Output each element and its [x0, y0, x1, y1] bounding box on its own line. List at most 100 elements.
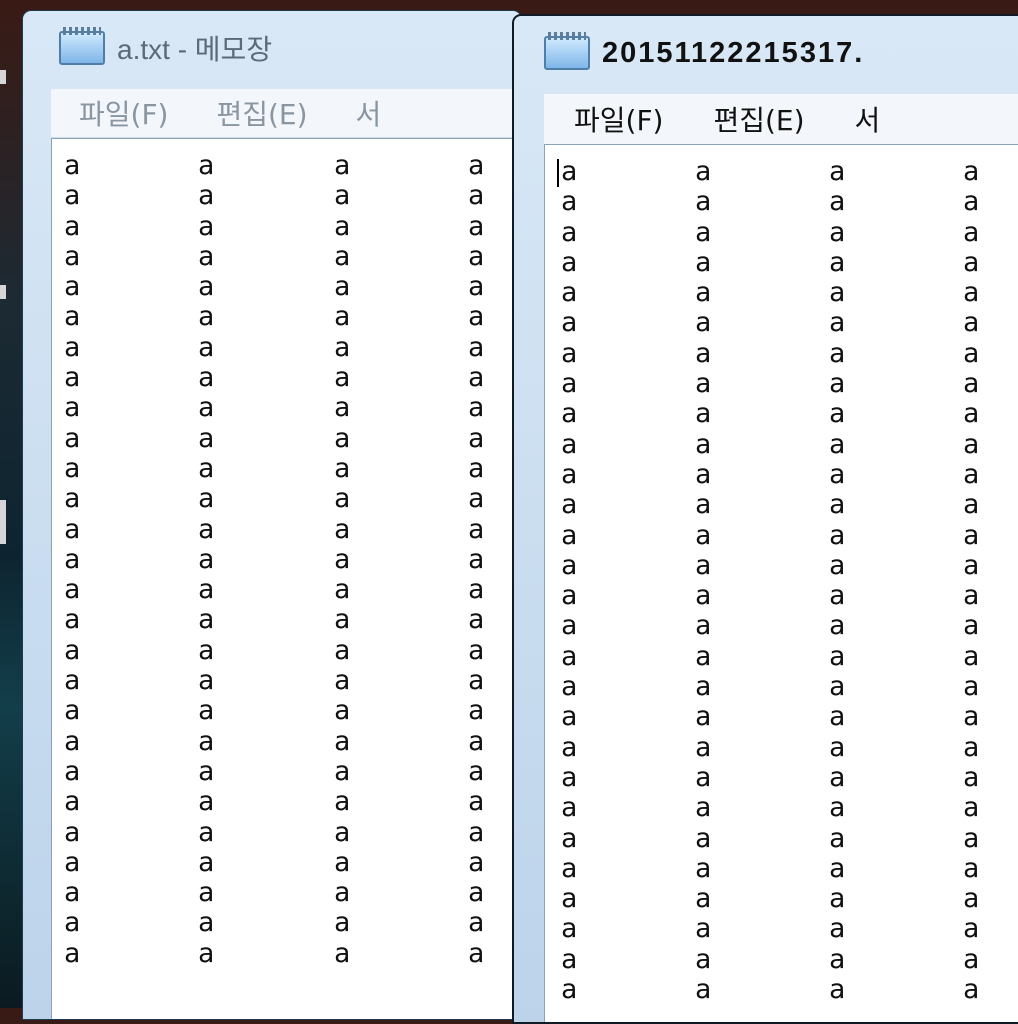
text-cell: a [468, 422, 485, 454]
text-cell: a [198, 331, 215, 363]
text-cell: a [695, 549, 712, 581]
text-cell: a [561, 246, 578, 278]
text-cell: a [963, 671, 980, 703]
menu-edit[interactable]: 편집(E) [216, 93, 307, 133]
text-cell: a [334, 362, 351, 394]
text-cell: a [561, 701, 578, 733]
text-cell: a [963, 458, 980, 490]
text-cell: a [561, 156, 578, 187]
text-line: aaaa [64, 181, 521, 211]
text-cell: a [561, 640, 578, 672]
text-cell: a [561, 943, 578, 975]
text-cell: a [334, 240, 351, 272]
menu-file[interactable]: 파일(F) [79, 93, 168, 133]
text-cell: a [468, 695, 485, 727]
text-cell: a [561, 519, 578, 551]
text-line: aaaa [64, 422, 521, 454]
text-content: aaaaaaaaaaaaaaaaaaaaaaaaaaaaaaaaaaaaaaaa… [64, 151, 521, 969]
text-cell: a [695, 216, 712, 248]
text-cell: a [695, 974, 712, 1006]
text-cell: a [561, 216, 578, 248]
text-cell: a [829, 731, 846, 763]
notepad-window-a-txt[interactable]: a.txt - 메모장 파일(F) 편집(E) 서 aaaaaaaaaaaaaa… [22, 10, 522, 1020]
text-cell: a [561, 883, 578, 915]
text-cell: a [829, 398, 846, 430]
menu-bar: 파일(F) 편집(E) 서 [51, 89, 521, 138]
text-cell: a [198, 755, 215, 787]
text-line: aaaa [64, 211, 521, 242]
text-cell: a [829, 943, 846, 975]
text-line: aaaa [64, 605, 521, 635]
text-line: aaaa [64, 393, 521, 423]
text-cell: a [334, 392, 351, 424]
text-cell: a [468, 907, 485, 939]
text-line: aaaa [557, 975, 1018, 1005]
text-cell: a [198, 240, 215, 272]
text-cell: a [963, 580, 980, 612]
text-cell: a [64, 725, 81, 757]
text-line: aaaa [557, 672, 1018, 702]
text-cell: a [334, 786, 351, 818]
window-titlebar[interactable]: 20151122215317. [514, 16, 1018, 90]
text-cell: a [695, 458, 712, 490]
text-cell: a [198, 574, 215, 606]
text-cell: a [64, 180, 81, 212]
text-cell: a [64, 240, 81, 272]
text-cell: a [468, 725, 485, 757]
notepad-window-20151122215317[interactable]: 20151122215317. 파일(F) 편집(E) 서 aaaaaaaaaa… [512, 14, 1018, 1024]
text-cell: a [334, 483, 351, 515]
text-cell: a [468, 452, 485, 484]
text-cell: a [695, 580, 712, 612]
text-editor-area[interactable]: aaaaaaaaaaaaaaaaaaaaaaaaaaaaaaaaaaaaaaaa… [544, 144, 1018, 1022]
text-cell: a [64, 422, 81, 454]
text-cell: a [64, 846, 81, 878]
menu-format[interactable]: 서 [356, 93, 382, 133]
text-cell: a [468, 604, 485, 636]
text-content: aaaaaaaaaaaaaaaaaaaaaaaaaaaaaaaaaaaaaaaa… [557, 157, 1018, 1005]
text-line: aaaa [557, 793, 1018, 823]
text-line: aaaa [557, 458, 1018, 490]
text-cell: a [561, 398, 578, 430]
text-cell: a [963, 610, 980, 642]
text-cell: a [468, 150, 485, 181]
text-cell: a [829, 701, 846, 733]
text-line: aaaa [557, 246, 1018, 278]
text-cell: a [468, 240, 485, 272]
menu-format[interactable]: 서 [855, 99, 881, 139]
text-cell: a [963, 792, 980, 824]
text-cell: a [829, 186, 846, 218]
text-cell: a [561, 580, 578, 612]
text-cell: a [334, 150, 351, 181]
text-line: aaaa [64, 302, 521, 332]
text-line: aaaa [64, 513, 521, 545]
text-line: aaaa [64, 755, 521, 787]
text-cell: a [695, 640, 712, 672]
text-cell: a [829, 822, 846, 854]
text-cell: a [64, 816, 81, 848]
text-cell: a [64, 513, 81, 545]
text-cell: a [468, 180, 485, 212]
text-cell: a [695, 731, 712, 763]
text-line: aaaa [64, 846, 521, 878]
text-cell: a [64, 665, 81, 697]
text-cell: a [468, 816, 485, 848]
text-line: aaaa [64, 484, 521, 514]
text-cell: a [334, 695, 351, 727]
text-cell: a [829, 458, 846, 490]
text-line: aaaa [557, 308, 1018, 338]
text-cell: a [334, 665, 351, 697]
text-cell: a [468, 331, 485, 363]
text-cell: a [334, 755, 351, 787]
text-cell: a [198, 665, 215, 697]
menu-file[interactable]: 파일(F) [574, 99, 663, 139]
text-cell: a [198, 483, 215, 515]
text-editor-area[interactable]: aaaaaaaaaaaaaaaaaaaaaaaaaaaaaaaaaaaaaaaa… [51, 138, 521, 1019]
menu-edit[interactable]: 편집(E) [713, 99, 804, 139]
text-cell: a [561, 671, 578, 703]
text-cell: a [963, 852, 980, 884]
text-cell: a [64, 634, 81, 666]
text-cell: a [561, 186, 578, 218]
text-cell: a [561, 610, 578, 642]
text-cell: a [963, 822, 980, 854]
window-titlebar[interactable]: a.txt - 메모장 [23, 11, 521, 85]
